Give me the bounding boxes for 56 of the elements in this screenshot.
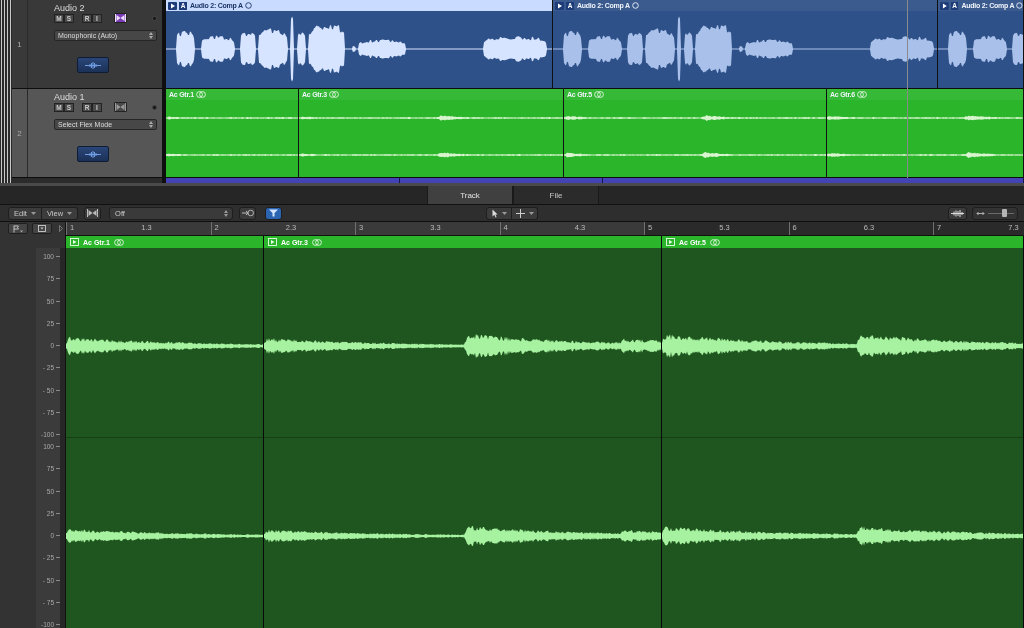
zoom-slider-track[interactable]: [988, 209, 1014, 217]
updown-arrows-icon: [149, 121, 153, 128]
double-ring-icon: [113, 238, 124, 246]
caret-icon: [528, 211, 534, 215]
caret-icon: [30, 211, 36, 215]
bowtie-icon: [115, 14, 126, 22]
tab[interactable]: Track: [427, 186, 513, 204]
flex-button[interactable]: [114, 13, 127, 23]
double-ring-icon: [593, 91, 604, 98]
track-number: 2: [12, 89, 28, 177]
funnel-icon: [268, 209, 280, 217]
bowtie-icon: [115, 103, 126, 111]
play-icon[interactable]: [555, 1, 564, 10]
waveform-button[interactable]: [77, 57, 109, 73]
caret-icon: [67, 211, 73, 215]
double-ring-icon: [311, 238, 322, 246]
tab[interactable]: File: [513, 186, 599, 204]
circle-icon: [244, 2, 252, 9]
ruler-button[interactable]: [8, 223, 28, 234]
waveform-zoom-button[interactable]: [948, 206, 967, 220]
double-ring-icon: [856, 91, 867, 98]
updown-arrows-icon: [149, 32, 153, 39]
circle-icon: [631, 2, 639, 9]
horizontal-arrows-icon: [976, 210, 985, 216]
dot-icon: [152, 15, 157, 21]
double-ring-icon: [328, 91, 339, 98]
marquee-tool-menu[interactable]: [512, 206, 538, 220]
track-name: Audio 2: [54, 3, 85, 13]
waveform-icon: [85, 61, 101, 69]
play-icon[interactable]: [940, 1, 949, 10]
bowtie-icon: [87, 209, 99, 217]
dot-icon: [152, 104, 157, 110]
triangle-icon: [59, 225, 63, 232]
track-name: Audio 1: [54, 92, 85, 102]
ruler-button[interactable]: [32, 223, 52, 234]
arrow-circle-icon: [241, 209, 254, 217]
flex-button[interactable]: [114, 102, 127, 112]
circle-icon: [1016, 2, 1023, 9]
double-ring-icon: [195, 91, 206, 98]
double-ring-icon: [709, 238, 720, 246]
pointer-icon: [491, 208, 498, 218]
slider-thumb[interactable]: [1001, 209, 1007, 217]
crosshair-icon: [515, 208, 525, 218]
caret-icon: [501, 211, 507, 215]
link-button[interactable]: [265, 206, 283, 220]
square-caret-icon: [38, 225, 46, 232]
flag-icon: [13, 224, 23, 233]
waveform-button[interactable]: [77, 146, 109, 162]
updown-arrows-icon: [224, 209, 229, 217]
track-number: 1: [12, 0, 28, 88]
play-icon[interactable]: [168, 1, 177, 10]
waveform-icon: [85, 150, 101, 158]
flex-button[interactable]: [84, 206, 102, 220]
catch-button[interactable]: [239, 206, 257, 220]
waveform-icon: [951, 209, 964, 217]
pointer-tool-menu[interactable]: [486, 206, 512, 220]
